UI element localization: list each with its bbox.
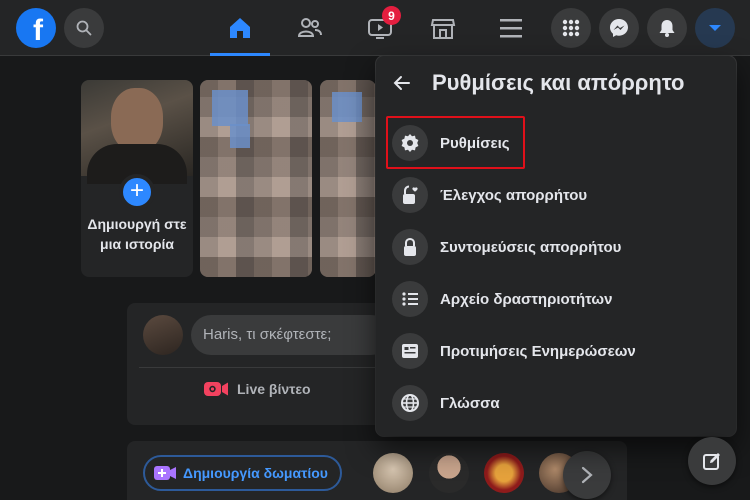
list-icon [392,281,428,317]
add-story-plus-icon[interactable]: + [119,174,155,210]
menu-header: Ρυθμίσεις και απόρρητο [392,70,685,96]
room-contact-avatar[interactable] [429,453,469,493]
messenger-button[interactable] [599,8,639,48]
menu-item-language[interactable]: Γλώσσα [388,378,724,428]
story-card[interactable] [320,80,376,277]
apps-menu-button[interactable] [551,8,591,48]
tab-home[interactable] [210,0,270,56]
friends-icon [297,18,322,37]
menu-item-label: Γλώσσα [440,394,500,412]
rooms-next-button[interactable] [563,451,611,499]
search-button[interactable] [64,8,104,48]
tab-menu[interactable] [481,0,541,56]
menu-item-privacy-shortcuts[interactable]: Συντομεύσεις απορρήτου [388,222,724,272]
menu-item-label: Έλεγχος απορρήτου [440,186,588,204]
back-arrow-icon[interactable] [392,73,412,93]
create-room-button[interactable]: Δημιουργία δωματίου [143,455,342,491]
tab-watch[interactable]: 9 [350,0,410,56]
create-story-card[interactable]: + Δημιουργή στε μια ιστορία [81,80,193,277]
menu-item-privacy-checkup[interactable]: Έλεγχος απορρήτου [388,170,724,220]
avatar[interactable] [143,315,183,355]
lock-heart-icon [392,177,428,213]
divider [139,367,375,368]
settings-privacy-menu: Ρυθμίσεις και απόρρητο Ρυθμίσεις Έλεγχος… [376,56,736,436]
notifications-button[interactable] [647,8,687,48]
tab-friends[interactable] [280,0,340,56]
news-feed-icon [392,333,428,369]
notification-badge: 9 [382,6,401,25]
home-icon [230,18,250,38]
messenger-icon [610,19,628,37]
create-story-label: Δημιουργή στε μια ιστορία [87,216,187,252]
story-profile-photo [81,80,193,184]
create-room-icon [154,466,176,480]
live-video-button[interactable]: Live βίντεο [203,379,311,399]
menu-item-label: Αρχείο δραστηριοτήτων [440,290,613,308]
new-message-button[interactable] [688,437,736,485]
post-composer: Haris, τι σκέφτεστε; Live βίντεο [127,303,387,425]
search-icon [76,20,92,36]
menu-item-label: Συντομεύσεις απορρήτου [440,238,622,256]
lock-icon [392,229,428,265]
highlight-box [386,116,525,169]
globe-icon [392,385,428,421]
account-caret-icon [709,25,721,31]
menu-icon [500,19,522,38]
whats-on-your-mind-input[interactable]: Haris, τι σκέφτεστε; [191,315,387,355]
room-contact-avatar[interactable] [484,453,524,493]
live-video-label: Live βίντεο [237,381,311,397]
live-video-icon [204,382,228,396]
compose-icon [703,453,720,470]
menu-item-label: Προτιμήσεις Ενημερώσεων [440,342,636,360]
tab-marketplace[interactable] [413,0,473,56]
chevron-right-icon [581,466,593,484]
facebook-logo-letter: f [33,14,43,47]
menu-item-news-feed-preferences[interactable]: Προτιμήσεις Ενημερώσεων [388,326,724,376]
story-card[interactable] [200,80,312,277]
account-button[interactable] [695,8,735,48]
facebook-logo[interactable]: f [16,8,56,48]
menu-title: Ρυθμίσεις και απόρρητο [432,70,685,95]
top-navigation-bar: f 9 [0,0,750,56]
menu-item-activity-log[interactable]: Αρχείο δραστηριοτήτων [388,274,724,324]
bell-icon [659,20,675,37]
rooms-bar: Δημιουργία δωματίου [127,441,627,500]
marketplace-icon [430,19,456,39]
room-contact-avatar[interactable] [373,453,413,493]
apps-grid-icon [562,19,580,37]
create-room-label: Δημιουργία δωματίου [183,465,328,481]
